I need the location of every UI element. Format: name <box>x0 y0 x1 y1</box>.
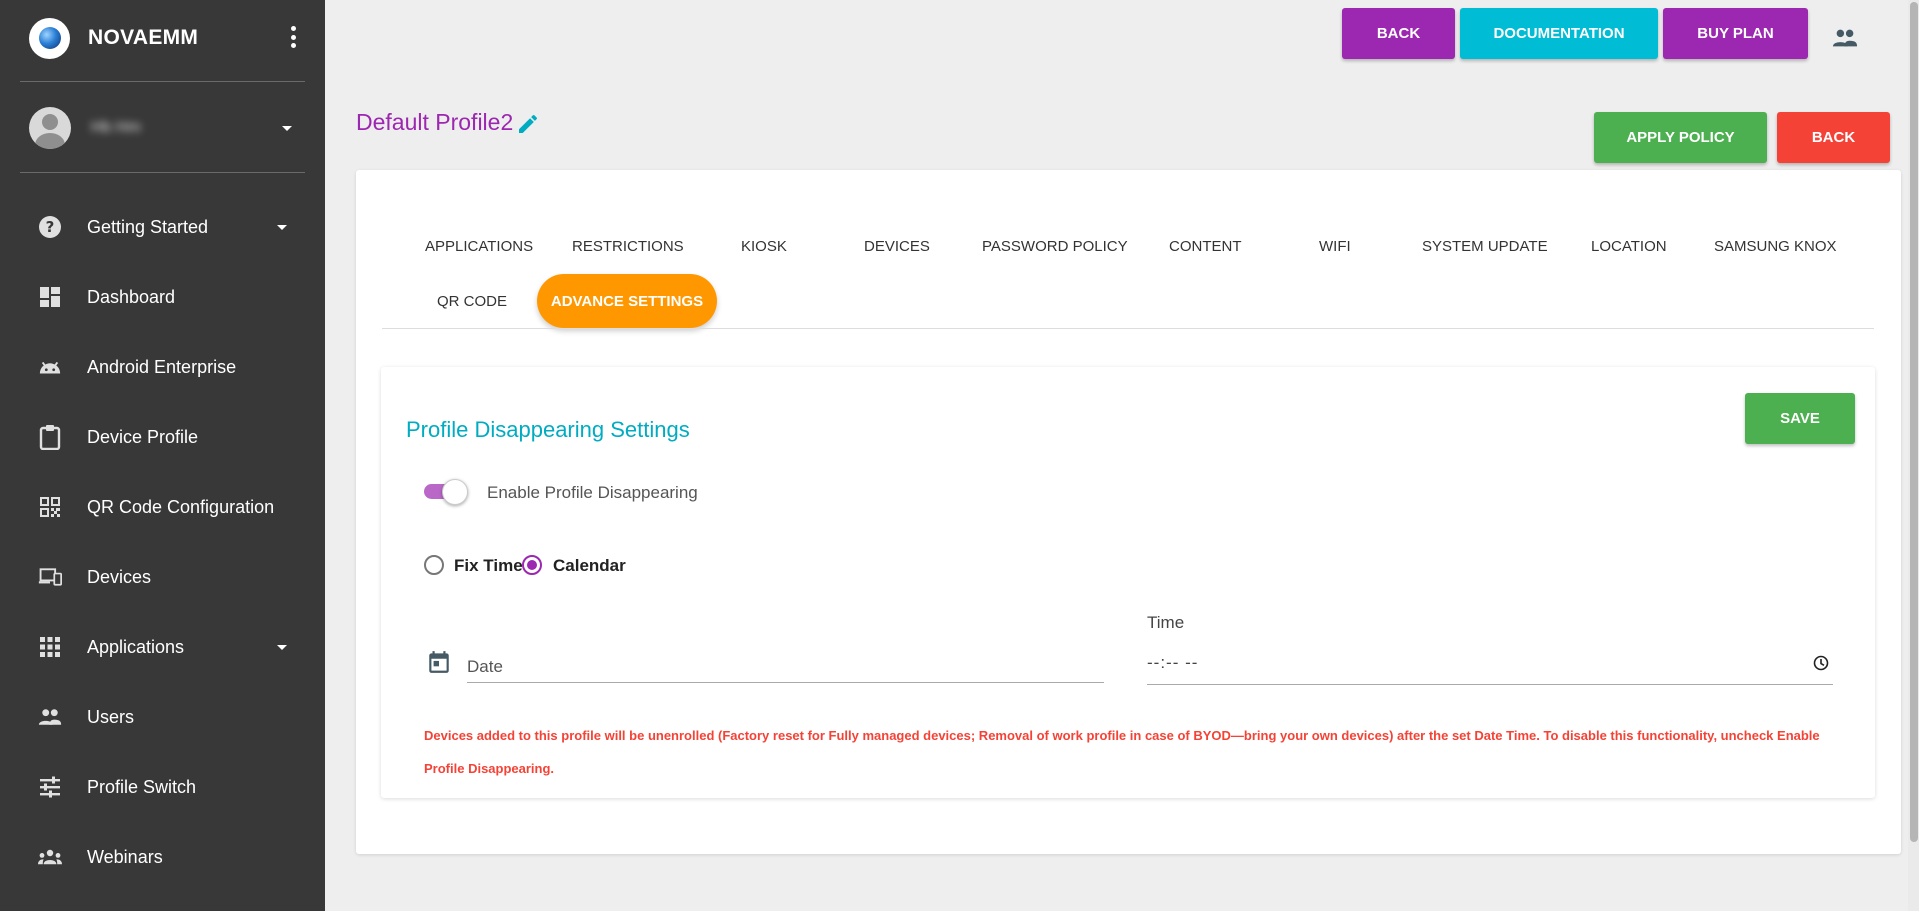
user-name: Hb Hm <box>91 119 141 136</box>
tab-applications[interactable]: APPLICATIONS <box>425 238 533 255</box>
fix-time-radio[interactable] <box>424 555 444 575</box>
page-scrollbar[interactable] <box>1908 0 1919 911</box>
tune-icon <box>38 775 62 799</box>
sidebar-divider <box>20 81 305 82</box>
fix-time-label[interactable]: Fix Time <box>454 556 523 576</box>
tab-restrictions[interactable]: RESTRICTIONS <box>572 238 684 255</box>
sidebar-item-dashboard[interactable]: Dashboard <box>0 262 325 332</box>
sidebar-item-label: Dashboard <box>87 286 176 307</box>
sidebar-item-users[interactable]: Users <box>0 682 325 752</box>
qr-code-icon <box>38 495 62 519</box>
calendar-icon[interactable] <box>426 649 452 675</box>
people-icon[interactable] <box>1832 28 1858 48</box>
chevron-down-icon <box>277 645 287 650</box>
page-title: Default Profile2 <box>356 109 514 135</box>
help-circle-icon: ? <box>38 215 62 239</box>
sidebar-item-label: Users <box>87 706 135 727</box>
edit-pencil-icon[interactable] <box>516 112 540 136</box>
enable-profile-disappearing-toggle[interactable] <box>424 479 468 505</box>
time-input[interactable]: --:-- -- <box>1147 641 1833 685</box>
tabs-divider <box>382 328 1874 329</box>
calendar-radio[interactable] <box>522 555 542 575</box>
sidebar-item-qr-code-configuration[interactable]: QR Code Configuration <box>0 472 325 542</box>
sidebar-item-label: Webinars <box>87 846 163 867</box>
sidebar-item-label: Profile Switch <box>87 776 197 797</box>
dashboard-icon <box>38 285 62 309</box>
brand[interactable]: NOVAEMM <box>20 16 310 60</box>
profile-back-button[interactable]: BACK <box>1777 112 1890 163</box>
sidebar-item-label: Devices <box>87 566 152 587</box>
android-icon <box>38 355 62 379</box>
sidebar-item-label: Device Profile <box>87 426 199 447</box>
chevron-down-icon <box>277 225 287 230</box>
groups-icon <box>38 845 62 869</box>
avatar <box>29 107 71 149</box>
clock-icon[interactable] <box>1813 655 1829 671</box>
clipboard-icon <box>38 425 62 450</box>
sidebar-item-label: Applications <box>87 636 185 657</box>
tab-qr-code[interactable]: QR CODE <box>437 293 507 310</box>
tab-system-update[interactable]: SYSTEM UPDATE <box>1422 238 1548 255</box>
svg-text:?: ? <box>46 218 55 236</box>
unenroll-warning: Devices added to this profile will be un… <box>424 728 1820 776</box>
profile-disappearing-panel: Profile Disappearing Settings SAVE Enabl… <box>381 367 1875 798</box>
sidebar-item-device-profile[interactable]: Device Profile <box>0 402 325 472</box>
documentation-button[interactable]: DOCUMENTATION <box>1460 8 1658 59</box>
sidebar: NOVAEMM Hb Hm ? Getting Started Dashboar… <box>0 0 325 911</box>
sidebar-item-android-enterprise[interactable]: Android Enterprise <box>0 332 325 402</box>
tab-password-policy[interactable]: PASSWORD POLICY <box>982 238 1128 255</box>
sidebar-item-profile-switch[interactable]: Profile Switch <box>0 752 325 822</box>
scrollbar-thumb[interactable] <box>1910 2 1918 842</box>
tab-advance-settings[interactable]: ADVANCE SETTINGS <box>537 274 717 328</box>
sidebar-item-webinars[interactable]: Webinars <box>0 822 325 892</box>
devices-icon <box>38 565 62 589</box>
tab-wifi[interactable]: WIFI <box>1319 238 1351 255</box>
sidebar-nav: ? Getting Started Dashboard Android Ente… <box>0 192 325 892</box>
people-icon <box>38 705 62 729</box>
sidebar-item-getting-started[interactable]: ? Getting Started <box>0 192 325 262</box>
sidebar-divider <box>20 172 305 173</box>
more-vert-icon[interactable] <box>290 26 296 48</box>
tab-location[interactable]: LOCATION <box>1591 238 1667 255</box>
tab-content[interactable]: CONTENT <box>1169 238 1242 255</box>
save-button[interactable]: SAVE <box>1745 393 1855 444</box>
header-back-button[interactable]: BACK <box>1342 8 1455 59</box>
toggle-label: Enable Profile Disappearing <box>487 483 698 502</box>
sidebar-item-applications[interactable]: Applications <box>0 612 325 682</box>
time-label: Time <box>1147 613 1185 632</box>
sidebar-item-label: QR Code Configuration <box>87 496 275 517</box>
user-profile-menu[interactable]: Hb Hm <box>20 104 310 152</box>
sidebar-item-devices[interactable]: Devices <box>0 542 325 612</box>
brand-name: NOVAEMM <box>88 26 199 49</box>
sidebar-item-label: Android Enterprise <box>87 356 237 377</box>
apps-grid-icon <box>38 635 62 659</box>
sidebar-item-label: Getting Started <box>87 216 209 237</box>
tab-kiosk[interactable]: KIOSK <box>741 238 787 255</box>
tab-devices[interactable]: DEVICES <box>864 238 930 255</box>
calendar-label[interactable]: Calendar <box>553 556 626 576</box>
section-title: Profile Disappearing Settings <box>406 417 690 442</box>
date-input[interactable] <box>467 645 1104 683</box>
apply-policy-button[interactable]: APPLY POLICY <box>1594 112 1767 163</box>
profile-card: APPLICATIONS RESTRICTIONS KIOSK DEVICES … <box>356 170 1901 854</box>
tab-samsung-knox[interactable]: SAMSUNG KNOX <box>1714 238 1837 255</box>
buy-plan-button[interactable]: BUY PLAN <box>1663 8 1808 59</box>
chevron-down-icon <box>282 126 292 131</box>
brand-logo-icon <box>29 17 70 59</box>
time-value: --:-- -- <box>1147 652 1199 672</box>
